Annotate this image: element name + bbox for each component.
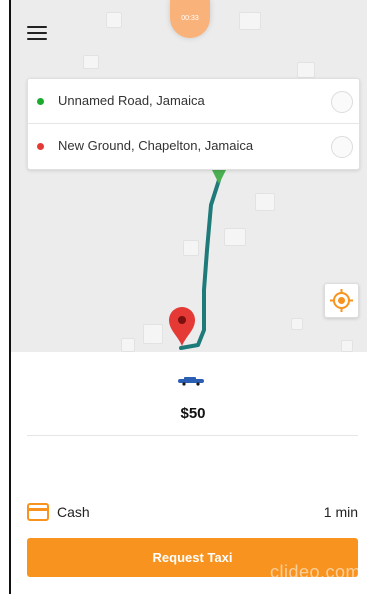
address-card: Unnamed Road, Jamaica New Ground, Chapel… bbox=[27, 78, 360, 170]
route-layer bbox=[169, 160, 231, 350]
pickup-favorite-icon[interactable] bbox=[331, 91, 353, 113]
call-timer-text: 00:33 bbox=[181, 15, 199, 22]
payment-method-label: Cash bbox=[57, 504, 90, 520]
map-view[interactable] bbox=[11, 0, 367, 352]
dropoff-dot-icon bbox=[37, 143, 44, 150]
hamburger-icon-bar bbox=[27, 32, 47, 34]
dropoff-address-field[interactable]: New Ground, Chapelton, Jamaica bbox=[28, 124, 359, 168]
pickup-dot-icon bbox=[37, 98, 44, 105]
my-location-button[interactable] bbox=[324, 283, 359, 318]
eta-text: 1 min bbox=[323, 504, 358, 520]
sheet-divider bbox=[27, 435, 358, 436]
hamburger-icon-bar bbox=[27, 38, 47, 40]
car-icon[interactable] bbox=[176, 376, 206, 386]
dropoff-address-text: New Ground, Chapelton, Jamaica bbox=[58, 138, 254, 153]
crosshair-icon bbox=[330, 289, 353, 312]
credit-card-icon bbox=[27, 503, 49, 521]
menu-button[interactable] bbox=[27, 24, 49, 42]
dropoff-favorite-icon[interactable] bbox=[331, 136, 353, 158]
dropoff-marker-icon bbox=[169, 307, 195, 346]
pickup-address-field[interactable]: Unnamed Road, Jamaica bbox=[28, 79, 359, 124]
pickup-address-text: Unnamed Road, Jamaica bbox=[58, 93, 205, 108]
screen-left-margin bbox=[0, 0, 9, 594]
hamburger-icon bbox=[27, 26, 47, 28]
fare-amount: $50 bbox=[180, 405, 206, 422]
watermark-text: clideo.com bbox=[270, 562, 362, 582]
